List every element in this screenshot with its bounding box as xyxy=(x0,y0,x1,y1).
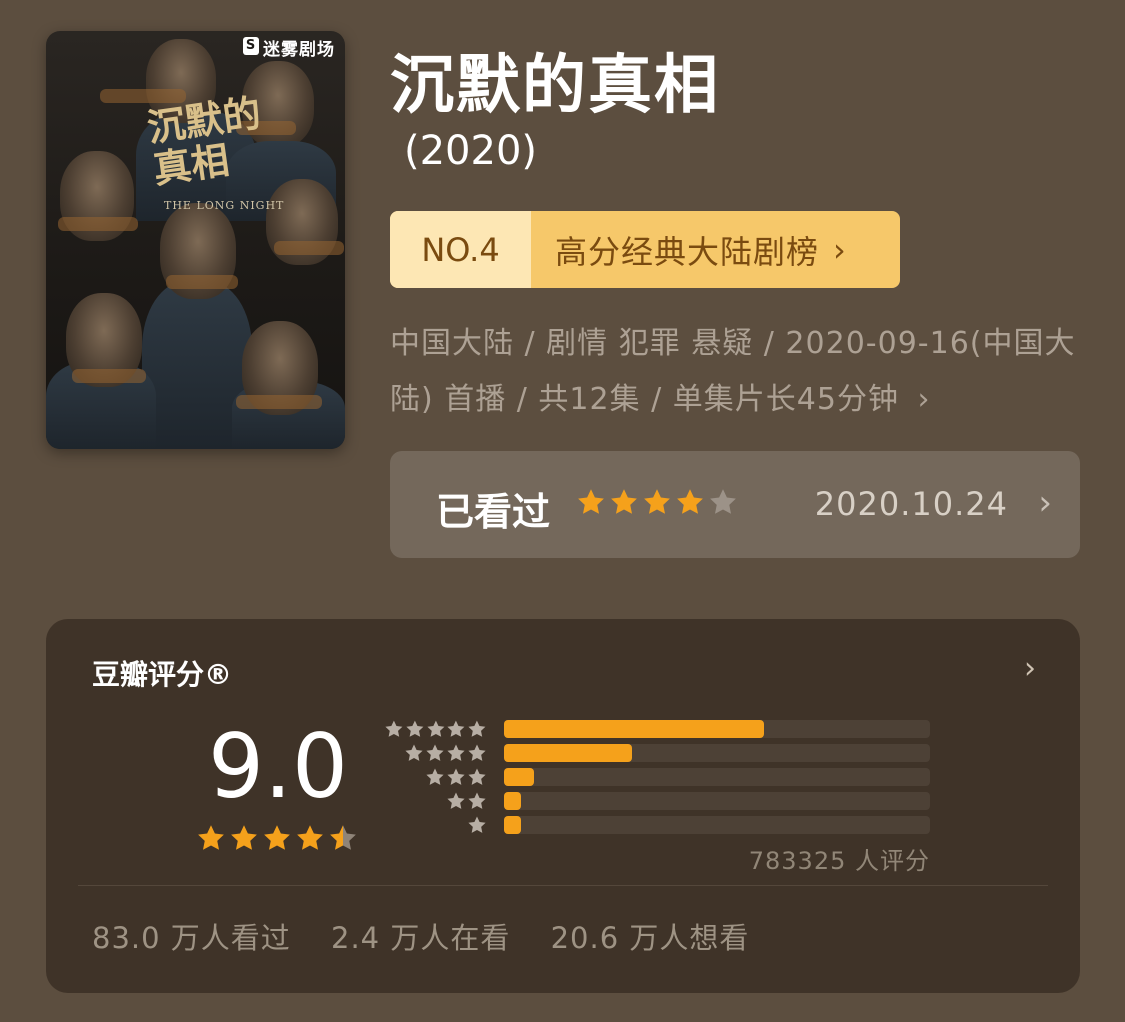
distribution-stars xyxy=(384,791,488,811)
star-icon xyxy=(611,489,637,514)
ranking-badge[interactable]: NO.4 高分经典大陆剧榜 › xyxy=(390,211,900,288)
watch-stats: 83.0 万人看过 2.4 万人在看 20.6 万人想看 xyxy=(92,915,779,957)
distribution-stars xyxy=(384,719,488,739)
star-icon xyxy=(644,489,670,514)
chevron-right-icon: › xyxy=(833,230,847,269)
show-info-text: 中国大陆 / 剧情 犯罪 悬疑 / 2020-09-16(中国大陆) 首播 / … xyxy=(390,326,1076,417)
star-icon xyxy=(385,720,403,737)
distribution-bar-fill xyxy=(504,792,522,810)
page-title: 沉默的真相 xyxy=(390,49,720,123)
distribution-bar-fill xyxy=(504,720,764,738)
star-icon xyxy=(231,825,257,850)
star-icon xyxy=(468,816,486,833)
watched-count: 83.0 万人看过 xyxy=(92,921,291,955)
star-icon xyxy=(468,744,486,761)
want-to-watch-count: 20.6 万人想看 xyxy=(550,921,750,955)
star-icon xyxy=(578,489,604,514)
distribution-stars xyxy=(384,767,488,787)
chevron-right-icon: › xyxy=(1024,651,1036,686)
distribution-stars xyxy=(384,743,488,763)
rating-card[interactable]: 豆瓣评分® › 9.0 783325 人评分 83.0 万人看过 2.4 万人在… xyxy=(46,619,1080,993)
star-icon xyxy=(198,825,224,850)
star-icon xyxy=(426,744,444,761)
distribution-bar-track xyxy=(504,720,930,738)
distribution-row xyxy=(384,815,930,835)
star-icon xyxy=(447,792,465,809)
poster-english-title: THE LONG NIGHT xyxy=(164,199,285,212)
star-icon xyxy=(710,489,736,514)
poster-mouth-mark xyxy=(274,241,344,255)
star-icon xyxy=(330,825,356,850)
watching-count: 2.4 万人在看 xyxy=(331,921,511,955)
chevron-right-icon: › xyxy=(1038,483,1052,523)
watched-date: 2020.10.24 xyxy=(814,485,1008,523)
distribution-bar-track xyxy=(504,792,930,810)
rank-list: 高分经典大陆剧榜 › xyxy=(531,211,900,288)
star-icon xyxy=(447,744,465,761)
rating-score: 9.0 xyxy=(208,715,348,818)
star-icon xyxy=(468,720,486,737)
poster-brand: S 迷雾剧场 xyxy=(243,35,335,60)
poster-title-art: 沉默的真相 xyxy=(144,89,264,192)
poster-mouth-mark xyxy=(166,275,238,289)
poster-brand-text: 迷雾剧场 xyxy=(263,40,335,60)
distribution-row xyxy=(384,719,930,739)
distribution-bar-fill xyxy=(504,816,522,834)
poster-image[interactable]: S 迷雾剧场 沉默的真相 THE LONG NIGHT xyxy=(46,31,345,449)
release-year: (2020) xyxy=(404,128,538,174)
distribution-row xyxy=(384,791,930,811)
watched-status-button[interactable]: 已看过 2020.10.24 › xyxy=(390,451,1080,558)
rank-number: NO.4 xyxy=(390,211,531,288)
star-icon xyxy=(426,768,444,785)
chevron-right-icon: › xyxy=(917,382,931,417)
distribution-bar-track xyxy=(504,816,930,834)
distribution-bar-track xyxy=(504,744,930,762)
divider xyxy=(78,885,1048,886)
score-stars xyxy=(196,823,361,853)
watched-label: 已看过 xyxy=(436,490,551,534)
brand-logo-icon: S xyxy=(243,37,259,55)
star-icon xyxy=(447,768,465,785)
distribution-row xyxy=(384,743,930,763)
star-icon xyxy=(405,744,423,761)
show-info[interactable]: 中国大陆 / 剧情 犯罪 悬疑 / 2020-09-16(中国大陆) 首播 / … xyxy=(390,316,1080,428)
distribution-bar-track xyxy=(504,768,930,786)
distribution-row xyxy=(384,767,930,787)
distribution-bar-fill xyxy=(504,768,534,786)
user-rating-stars xyxy=(576,487,741,517)
poster-mouth-mark xyxy=(58,217,138,231)
poster-mouth-mark xyxy=(236,395,322,409)
star-icon xyxy=(447,720,465,737)
star-icon xyxy=(264,825,290,850)
star-icon xyxy=(406,720,424,737)
poster-mouth-mark xyxy=(72,369,146,383)
star-icon xyxy=(468,768,486,785)
distribution-bar-fill xyxy=(504,744,632,762)
star-icon xyxy=(297,825,323,850)
rank-list-name: 高分经典大陆剧榜 xyxy=(555,232,820,271)
star-icon xyxy=(468,792,486,809)
distribution-stars xyxy=(384,815,488,835)
rating-title: 豆瓣评分® xyxy=(92,658,233,691)
star-icon xyxy=(677,489,703,514)
star-icon xyxy=(427,720,445,737)
rating-count: 783325 人评分 xyxy=(748,847,930,875)
